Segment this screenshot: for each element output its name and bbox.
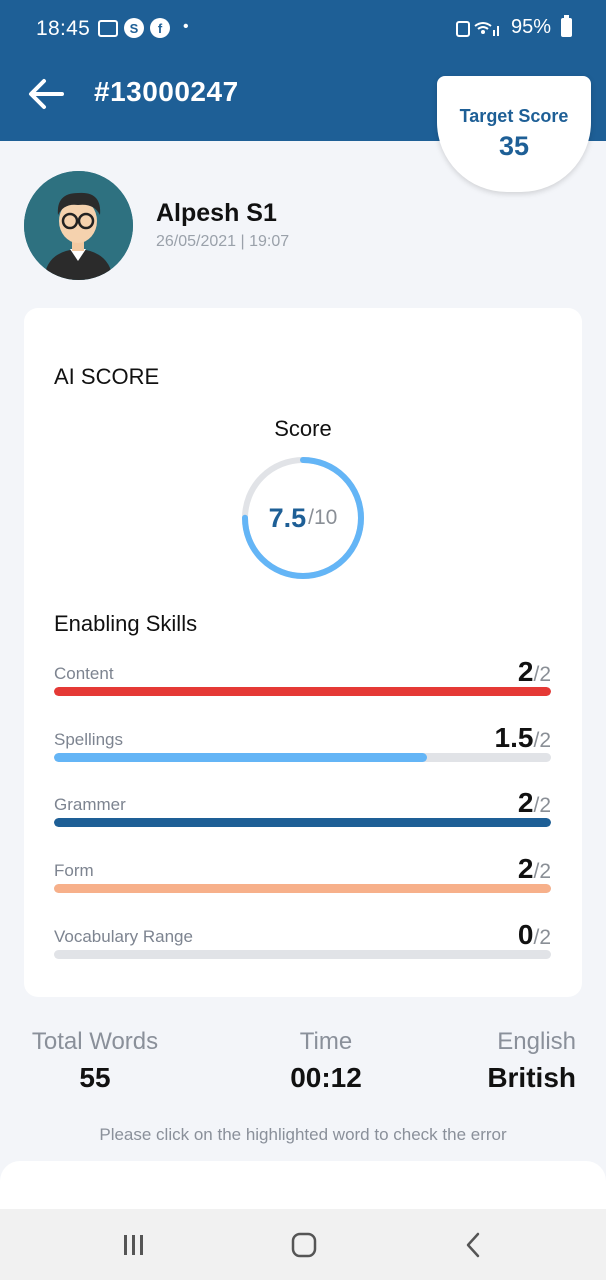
skill-bar-fill (54, 687, 551, 696)
stat-english: English British (456, 1028, 576, 1094)
skill-name: Spellings (54, 730, 123, 749)
skill-bar-fill (54, 753, 427, 762)
skill-row-spellings: Spellings 1.5/2 (54, 722, 551, 770)
status-right: 95% (455, 15, 572, 39)
skill-score-max: /2 (533, 860, 551, 883)
stat-time: Time 00:12 (266, 1028, 386, 1094)
skill-bar-track (54, 753, 551, 762)
skill-score: 1.5/2 (495, 722, 551, 754)
time-value: 00:12 (290, 1062, 362, 1093)
status-time: 18:45 (36, 17, 91, 40)
facebook-icon: f (150, 18, 170, 38)
skill-row-form: Form 2/2 (54, 853, 551, 901)
skill-score-max: /2 (533, 926, 551, 949)
english-label: English (497, 1028, 576, 1055)
ai-score-title: AI SCORE (54, 364, 160, 389)
system-nav-bar (0, 1209, 606, 1280)
home-icon[interactable] (284, 1229, 324, 1261)
skill-name: Grammer (54, 795, 126, 814)
skill-score-number: 0 (517, 919, 534, 950)
recent-apps-icon[interactable] (114, 1229, 154, 1261)
skill-bar-track (54, 950, 551, 959)
gallery-icon (98, 19, 118, 37)
s-app-icon: S (124, 18, 144, 38)
skill-score-max: /2 (533, 663, 551, 686)
status-bar: 18:45 S f • 95% (0, 0, 606, 58)
score-number: 7.5 (268, 502, 307, 533)
wifi-icon (455, 20, 499, 37)
skill-score-number: 2 (517, 656, 534, 687)
skill-row-content: Content 2/2 (54, 656, 551, 704)
skill-score: 2/2 (518, 787, 551, 819)
skill-row-vocabulary-range: Vocabulary Range 0/2 (54, 919, 551, 967)
skill-bar-track (54, 818, 551, 827)
avatar-illustration (24, 171, 133, 280)
avatar (24, 171, 133, 280)
skill-row-grammer: Grammer 2/2 (54, 787, 551, 835)
score-label: Score (274, 416, 332, 441)
skill-score-max: /2 (533, 794, 551, 817)
skill-bar-fill (54, 884, 551, 893)
skill-score: 0/2 (518, 919, 551, 951)
target-score-badge: Target Score 35 (437, 76, 591, 192)
skill-score-max: /2 (533, 729, 551, 752)
score-value: 7.5 /10 (240, 455, 366, 581)
skill-name: Form (54, 861, 94, 880)
target-score-value: 35 (498, 131, 530, 161)
target-score-label: Target Score (459, 106, 569, 126)
battery-icon (561, 15, 572, 37)
skill-bar-track (54, 687, 551, 696)
total-words-label: Total Words (31, 1028, 159, 1055)
submission-datetime: 26/05/2021 | 19:07 (156, 233, 290, 250)
time-label: Time (299, 1028, 353, 1055)
skill-bar-fill (54, 818, 551, 827)
enabling-skills-title: Enabling Skills (54, 611, 198, 636)
skill-score-number: 2 (517, 787, 534, 818)
skill-name: Vocabulary Range (54, 927, 193, 946)
stat-total-words: Total Words 55 (28, 1028, 162, 1094)
user-name: Alpesh S1 (156, 199, 277, 227)
hint-text: Please click on the highlighted word to … (99, 1125, 507, 1144)
status-icons: S f (98, 18, 170, 38)
total-words-value: 55 (79, 1062, 111, 1093)
test-id: #13000247 (94, 76, 239, 107)
skill-bar-track (54, 884, 551, 893)
score-max: /10 (308, 506, 338, 529)
back-arrow-icon[interactable] (26, 76, 66, 112)
skill-score: 2/2 (518, 853, 551, 885)
battery-percent: 95% (510, 16, 551, 38)
skill-score-number: 1.5 (494, 722, 534, 753)
skill-score: 2/2 (518, 656, 551, 688)
skill-score-number: 2 (517, 853, 534, 884)
skill-name: Content (54, 664, 114, 683)
english-value: British (487, 1062, 576, 1093)
ai-score-card: AI SCORE Score 7.5 /10 Enabling Skills C… (24, 308, 582, 997)
notification-dot-icon: • (183, 18, 189, 35)
back-icon[interactable] (454, 1229, 494, 1261)
